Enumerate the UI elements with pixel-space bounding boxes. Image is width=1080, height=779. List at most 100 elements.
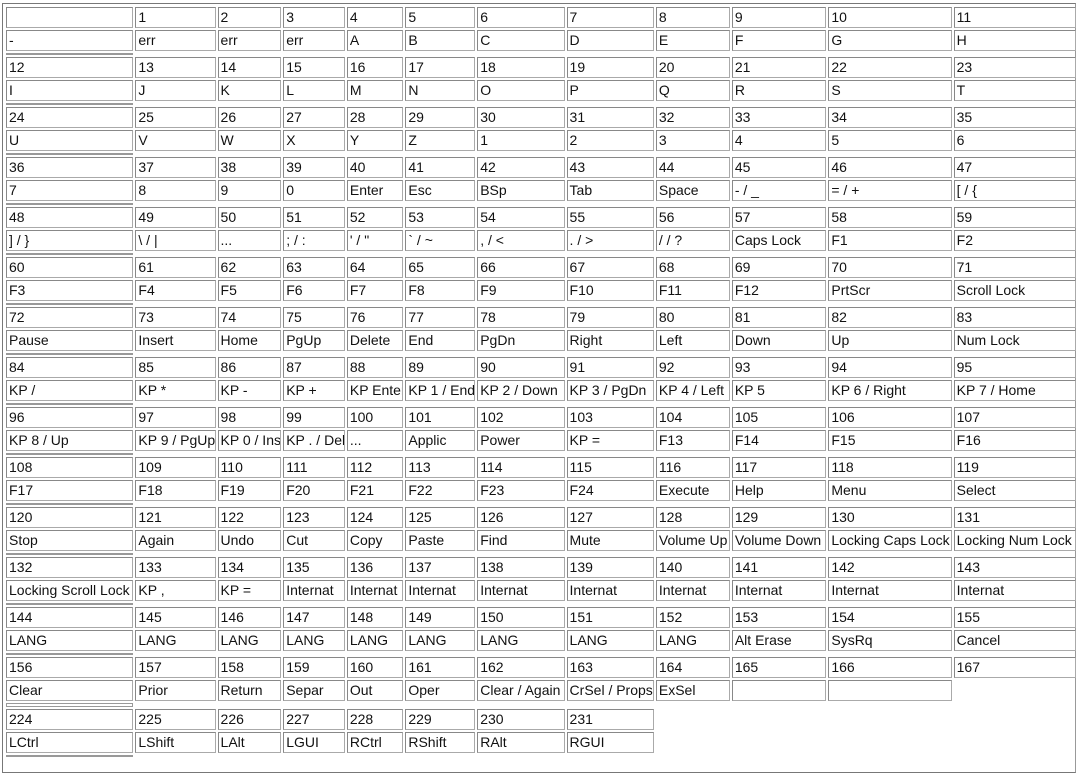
keycode-cell: 72 (6, 307, 134, 328)
key-name-row: Pause Insert Home PgUp Delete End PgDn Right Lef… (6, 330, 1076, 351)
keycode-cell: 18 (477, 57, 565, 78)
key-name-cell: / / ? (655, 230, 730, 251)
key-name-cell: Stop (6, 530, 134, 551)
keycode-cell: 57 (731, 207, 827, 228)
empty-space (656, 732, 730, 753)
key-name-cell: ... (346, 430, 404, 451)
keycode-cell: 71 (953, 257, 1076, 278)
separator-cell (6, 503, 134, 505)
group-separator (6, 653, 1076, 655)
keycode-cell: 27 (283, 107, 345, 128)
key-name-cell: KP = (217, 580, 282, 601)
key-name-cell: End (405, 330, 476, 351)
keycode-cell: 90 (477, 357, 565, 378)
separator-cell (135, 553, 215, 555)
keycode-cell: 79 (566, 307, 654, 328)
key-name-cell: LGUI (283, 732, 345, 753)
keycode-cell: 134 (217, 557, 282, 578)
keycode-cell: 68 (655, 257, 730, 278)
separator-cell (477, 653, 564, 655)
keycode-cell (6, 7, 134, 28)
keycode-cell: 146 (217, 607, 282, 628)
keycode-cell: 228 (346, 709, 404, 730)
key-name-cell: F12 (731, 280, 827, 301)
key-name-cell: F2 (953, 230, 1076, 251)
keycode-cell: 21 (731, 57, 827, 78)
key-name-cell: KP * (135, 380, 216, 401)
separator-cell (477, 53, 564, 55)
separator-cell (135, 253, 215, 255)
key-name-cell: Help (731, 480, 827, 501)
keycode-cell: 138 (477, 557, 565, 578)
keycode-cell: 22 (828, 57, 952, 78)
keycode-cell: 60 (6, 257, 134, 278)
separator-cell (477, 403, 564, 405)
keycode-row: 1 2 3 4 5 6 7 8 9 10 11 (6, 7, 1076, 28)
key-name-cell: H (953, 30, 1076, 51)
keycode-cell: 155 (953, 607, 1076, 628)
key-name-cell: PrtScr (828, 280, 952, 301)
group-separator (6, 553, 1076, 555)
separator-cell (954, 203, 1076, 205)
separator-cell (405, 453, 475, 455)
keycode-cell: 11 (953, 7, 1076, 28)
separator-cell (732, 453, 827, 455)
separator-cell (567, 253, 654, 255)
keycode-cell: 144 (6, 607, 134, 628)
key-name-cell: Locking Caps Lock (828, 530, 952, 551)
separator-cell (828, 53, 951, 55)
separator-cell (283, 203, 345, 205)
key-name-cell: Clear / Again (477, 680, 565, 701)
keycode-cell: 164 (655, 657, 730, 678)
keycode-cell: 15 (283, 57, 345, 78)
separator-cell (283, 153, 345, 155)
group-separator (6, 503, 1076, 505)
keycode-row: 48 49 50 51 52 53 54 55 56 57 58 59 (6, 207, 1076, 228)
keycode-cell: 19 (566, 57, 654, 78)
separator-cell (405, 253, 475, 255)
key-name-cell: KP = (566, 430, 654, 451)
keycode-cell: 111 (283, 457, 345, 478)
separator-cell (218, 203, 282, 205)
keycode-cell: 104 (655, 407, 730, 428)
keycode-cell: 132 (6, 557, 134, 578)
keycode-cell: 229 (405, 709, 476, 730)
key-name-cell: Clear (6, 680, 134, 701)
keycode-cell: 97 (135, 407, 216, 428)
keycode-cell: 52 (346, 207, 404, 228)
empty-space (954, 709, 1076, 730)
keycode-cell: 94 (828, 357, 952, 378)
separator-cell (656, 703, 730, 707)
separator-cell (6, 203, 134, 205)
keycode-cell: 149 (405, 607, 476, 628)
keycode-cell: 227 (283, 709, 345, 730)
key-name-cell: Internat (566, 580, 654, 601)
key-name-cell: Mute (566, 530, 654, 551)
separator-cell (405, 53, 475, 55)
key-name-row: F17 F18 F19 F20 F21 F22 F23 F24 Execute Help Menu S… (6, 480, 1076, 501)
key-name-cell: F14 (731, 430, 827, 451)
key-name-cell: KP 5 (731, 380, 827, 401)
keycode-row: 12 13 14 15 16 17 18 19 20 21 22 23 (6, 57, 1076, 78)
group-separator (6, 703, 1076, 707)
key-name-row: 7 8 9 0 Enter Esc BSp Tab Space - / _ = / +[ / { (6, 180, 1076, 201)
separator-cell (283, 403, 345, 405)
empty-space (828, 732, 951, 753)
separator-cell (954, 403, 1076, 405)
separator-cell (218, 353, 282, 355)
keycode-cell: 143 (953, 557, 1076, 578)
keycode-cell: 226 (217, 709, 282, 730)
keycode-cell: 87 (283, 357, 345, 378)
keycode-cell: 14 (217, 57, 282, 78)
separator-cell (567, 503, 654, 505)
keycode-cell: 37 (135, 157, 216, 178)
separator-cell (732, 553, 827, 555)
keycode-cell: 96 (6, 407, 134, 428)
key-name-cell: P (566, 80, 654, 101)
keycode-row: 60 61 62 63 64 65 66 67 68 69 70 71 (6, 257, 1076, 278)
separator-cell (732, 653, 827, 655)
key-name-cell: K (217, 80, 282, 101)
key-name-cell: M (346, 80, 404, 101)
key-name-cell: 0 (283, 180, 345, 201)
separator-cell (347, 253, 404, 255)
